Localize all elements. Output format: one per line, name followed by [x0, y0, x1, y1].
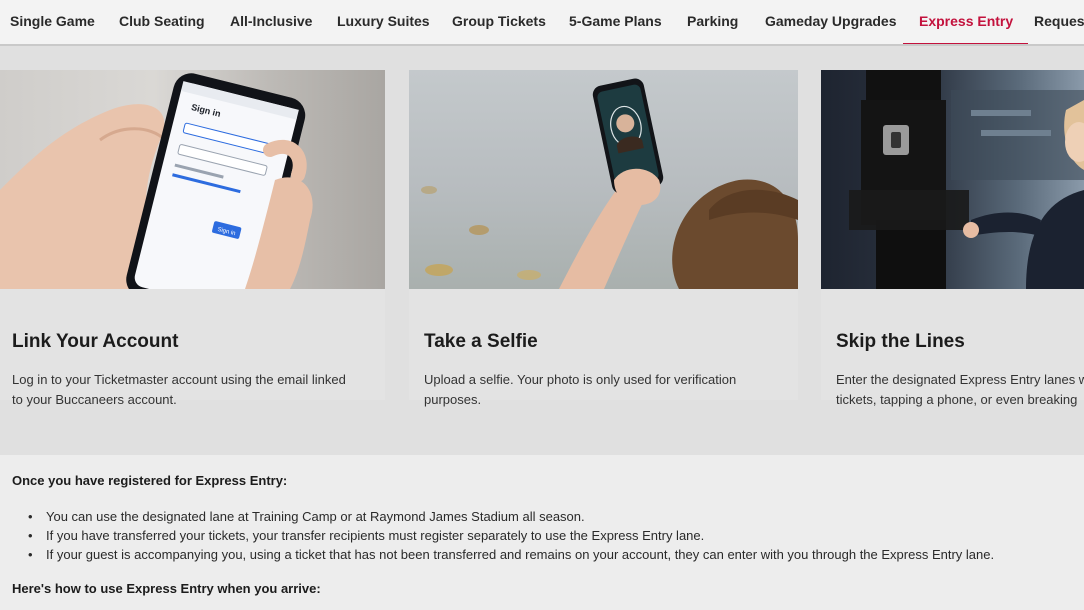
tab-gameday-upgrades[interactable]: Gameday Upgrades — [765, 0, 897, 44]
tab-luxury-suites[interactable]: Luxury Suites — [337, 0, 430, 44]
tab-express-entry[interactable]: Express Entry — [902, 0, 1029, 44]
card-description-line: Enter the designated Express Entry lanes… — [836, 372, 1084, 387]
tab-single-game[interactable]: Single Game — [10, 0, 95, 44]
tab-parking[interactable]: Parking — [687, 0, 738, 44]
card-description: Log in to your Ticketmaster account usin… — [12, 370, 346, 410]
tab-5-game-plans[interactable]: 5-Game Plans — [569, 0, 662, 44]
step-card-link-account: Sign in Sign in Link Your Account Log in… — [0, 70, 385, 407]
hand-holding-phone-illustration: Sign in Sign in — [0, 73, 313, 289]
selfie-photo — [409, 70, 798, 289]
card-description: Enter the designated Express Entry lanes… — [836, 370, 1084, 410]
step-card-skip-lines: Skip the Lines Enter the designated Expr… — [821, 70, 1084, 407]
list-item: If your guest is accompanying you, using… — [28, 545, 994, 564]
card-description-line: tickets, tapping a phone, or even breaki… — [836, 392, 1078, 407]
registered-heading: Once you have registered for Express Ent… — [12, 473, 288, 488]
ticket-nav-bar: Single Game Club Seating All-Inclusive L… — [0, 0, 1084, 46]
how-to-use-heading: Here's how to use Express Entry when you… — [12, 581, 321, 596]
skip-lines-photo — [821, 70, 1084, 289]
card-description-line: Upload a selfie. Your photo is only used… — [424, 372, 737, 387]
card-title: Take a Selfie — [424, 331, 538, 352]
person-taking-selfie-illustration — [421, 78, 798, 289]
card-title: Link Your Account — [12, 331, 179, 352]
link-account-photo: Sign in Sign in — [0, 70, 385, 289]
list-item: If you have transferred your tickets, yo… — [28, 526, 994, 545]
card-title: Skip the Lines — [836, 331, 965, 352]
card-description-line: Log in to your Ticketmaster account usin… — [12, 372, 346, 387]
tab-all-inclusive[interactable]: All-Inclusive — [230, 0, 312, 44]
card-description-line: to your Buccaneers account. — [12, 392, 177, 407]
registered-bullet-list: You can use the designated lane at Train… — [28, 507, 994, 564]
card-description-line: purposes. — [424, 392, 482, 407]
card-description: Upload a selfie. Your photo is only used… — [424, 370, 736, 410]
entry-kiosk-illustration — [849, 70, 1084, 289]
step-card-take-selfie: Take a Selfie Upload a selfie. Your phot… — [409, 70, 798, 407]
express-entry-info: Once you have registered for Express Ent… — [0, 455, 1084, 610]
tab-club-seating[interactable]: Club Seating — [119, 0, 205, 44]
tab-request[interactable]: Request — [1034, 0, 1084, 44]
list-item: You can use the designated lane at Train… — [28, 507, 994, 526]
tab-group-tickets[interactable]: Group Tickets — [452, 0, 546, 44]
express-entry-steps: Sign in Sign in Link Your Account Log in… — [0, 46, 1084, 455]
